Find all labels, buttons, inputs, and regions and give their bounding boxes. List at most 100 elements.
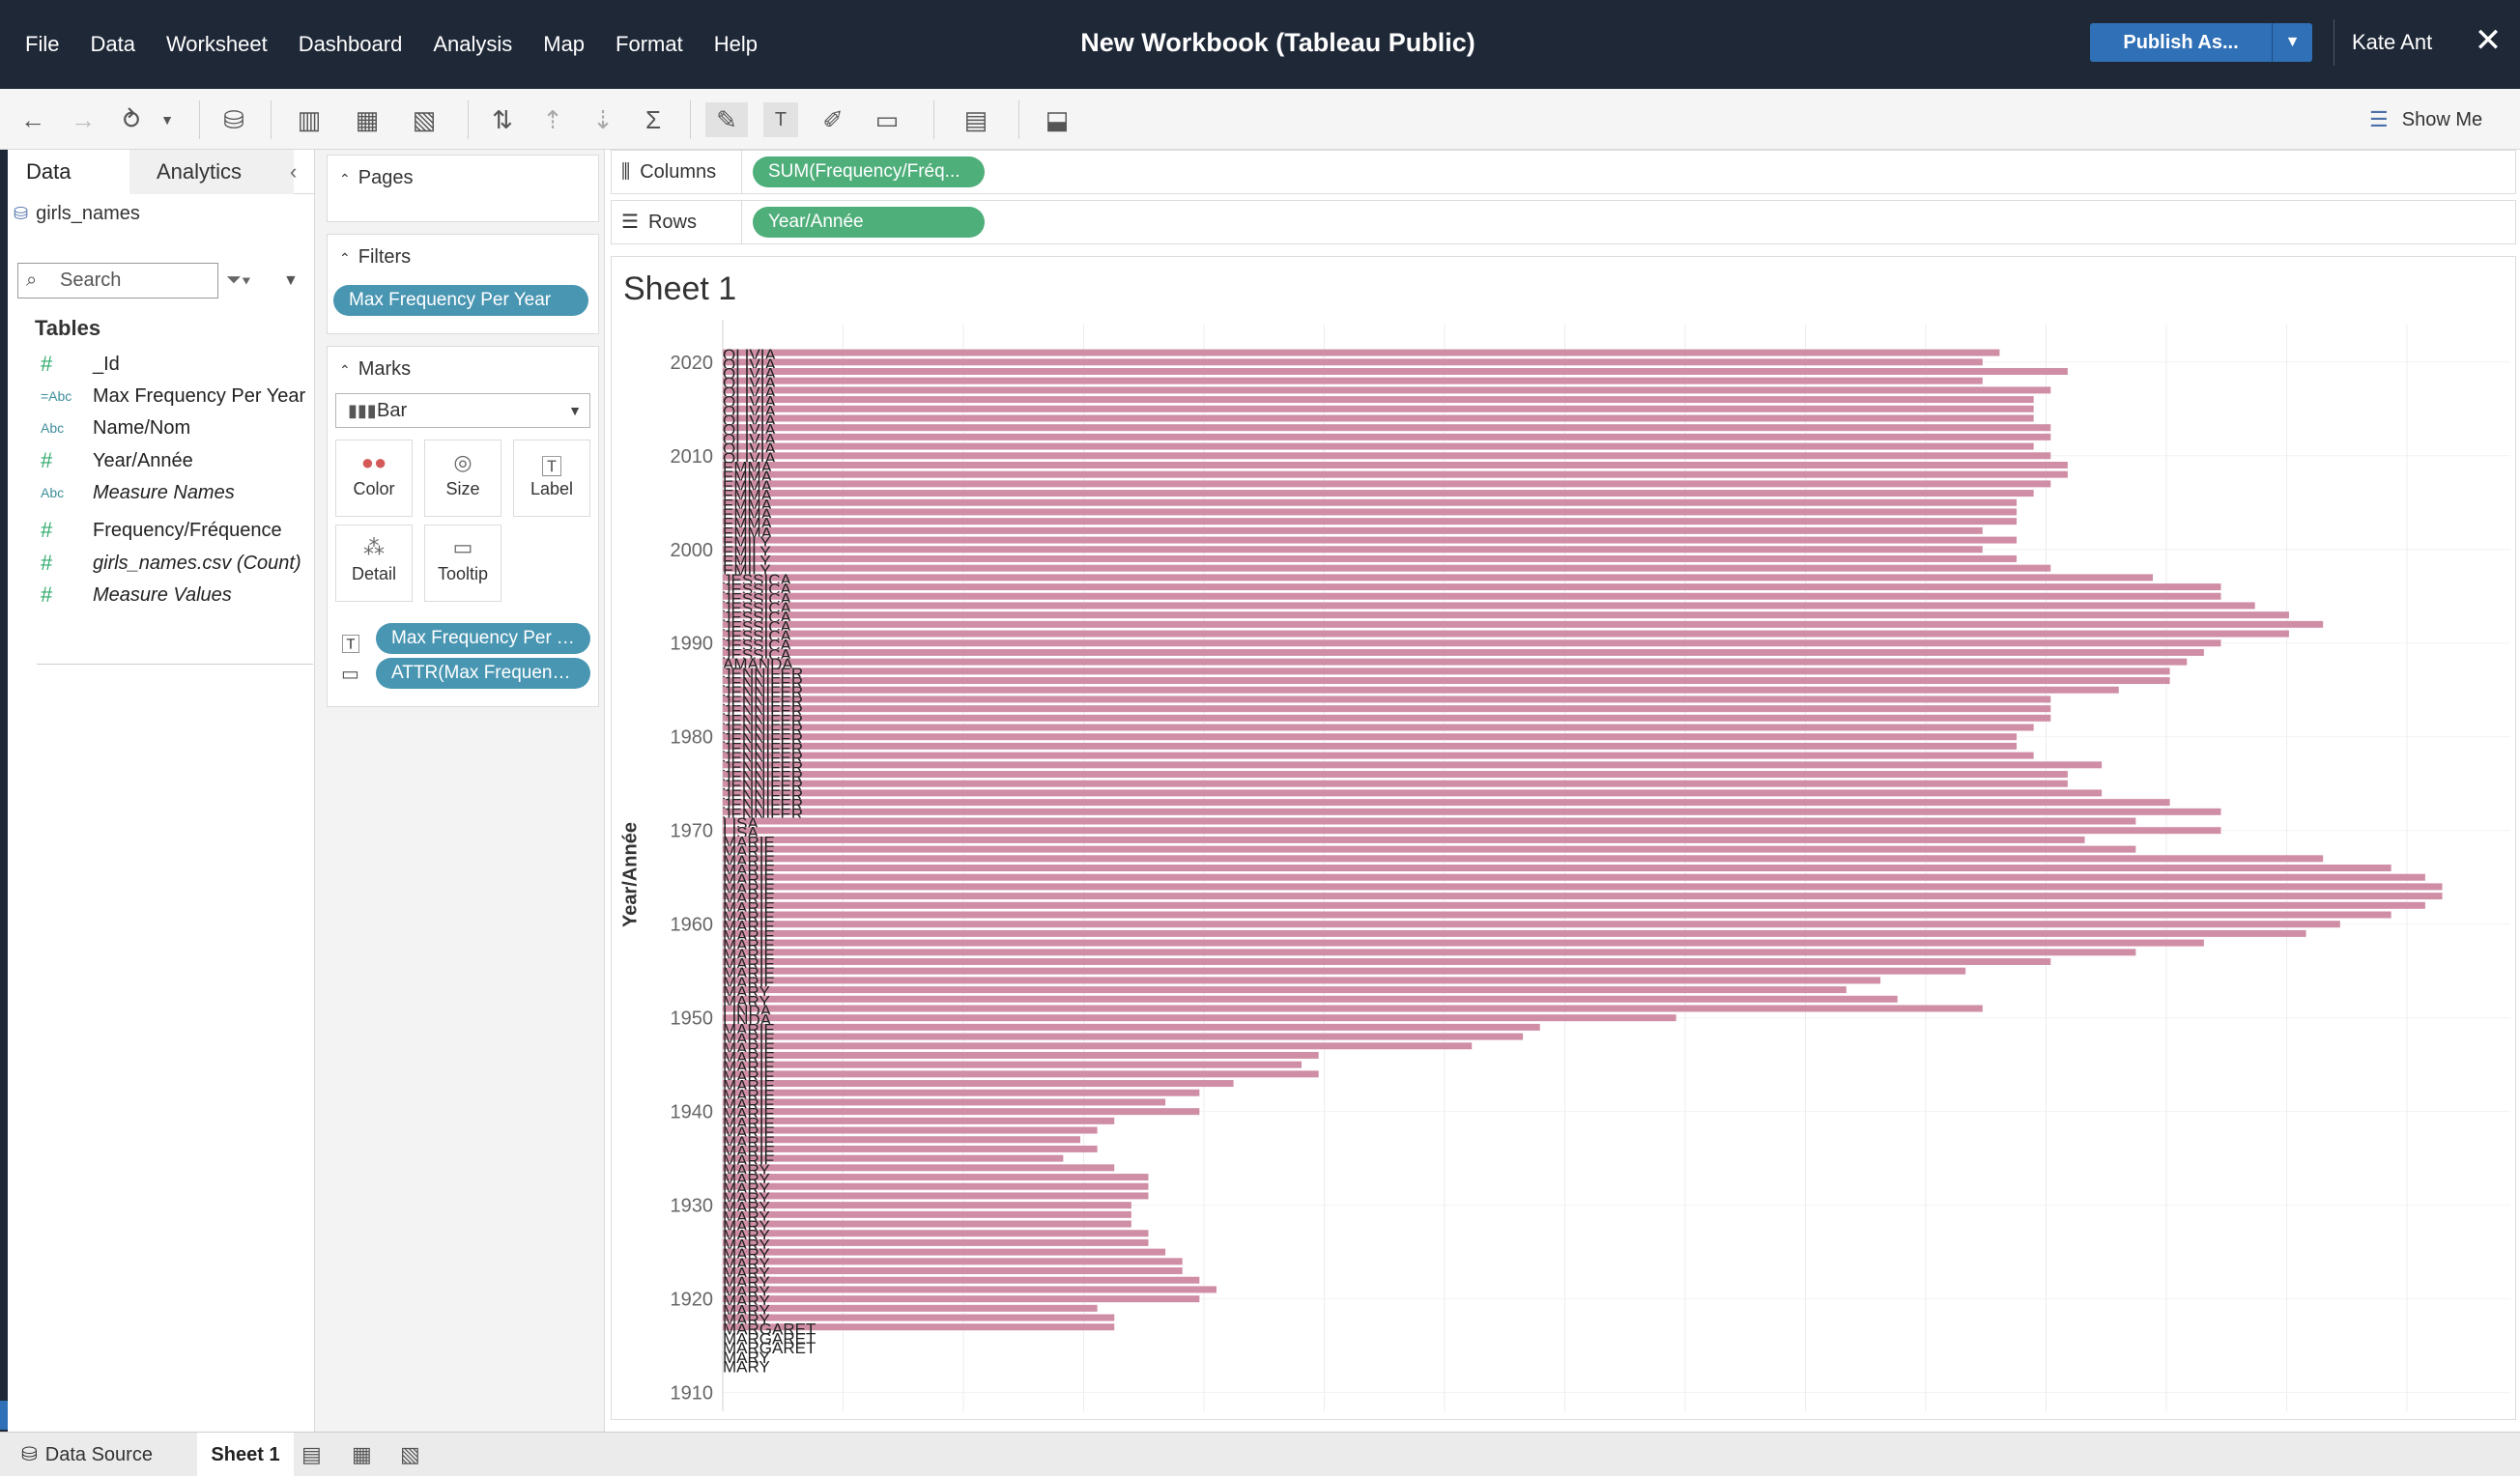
show-labels-icon[interactable]: T: [763, 102, 798, 137]
search-input[interactable]: ⌕ Search: [17, 263, 218, 298]
bar[interactable]: [723, 986, 1847, 994]
bar[interactable]: [723, 865, 2391, 871]
menu-format[interactable]: Format: [600, 32, 699, 57]
bar[interactable]: [723, 1174, 1149, 1181]
bar[interactable]: [723, 1051, 1319, 1059]
bar[interactable]: [723, 1014, 1676, 1022]
collapse-icon[interactable]: ⌃: [339, 250, 351, 266]
bar[interactable]: [723, 901, 2425, 909]
bar[interactable]: [723, 949, 2136, 956]
tab-data-source[interactable]: ⛁ Data Source: [0, 1433, 193, 1477]
bar[interactable]: [723, 546, 1983, 554]
bar[interactable]: [723, 967, 1966, 975]
tab-data[interactable]: Data: [8, 150, 129, 194]
datasource-item[interactable]: ⛁ girls_names: [14, 198, 140, 229]
label-button[interactable]: 🅃 Label: [513, 440, 590, 517]
bar[interactable]: [723, 714, 2051, 722]
bar[interactable]: [723, 1145, 1098, 1152]
filter-icon[interactable]: ⏷▾: [226, 263, 251, 298]
bar[interactable]: [723, 686, 2119, 694]
fit-icon[interactable]: ▭: [864, 102, 910, 137]
bar[interactable]: [723, 508, 2018, 516]
bar[interactable]: [723, 1248, 1166, 1256]
tab-sheet-1[interactable]: Sheet 1: [197, 1433, 294, 1477]
mark-type-select[interactable]: ▮▮▮ Bar ▼: [335, 393, 590, 428]
bar[interactable]: [723, 564, 2051, 572]
field-item[interactable]: # Year/Année: [37, 446, 193, 475]
bar[interactable]: [723, 929, 2306, 937]
chevron-down-icon[interactable]: ▼: [283, 263, 299, 298]
undo-icon[interactable]: ←: [15, 102, 50, 137]
bar[interactable]: [723, 827, 2221, 835]
publish-label[interactable]: Publish As...: [2090, 23, 2272, 62]
field-item[interactable]: # girls_names.csv (Count): [37, 549, 301, 578]
size-button[interactable]: ◎ Size: [424, 440, 501, 517]
bar[interactable]: [723, 611, 2289, 619]
bar[interactable]: [723, 667, 2170, 675]
bar[interactable]: [723, 1210, 1131, 1218]
duplicate-sheet-icon[interactable]: ▦: [348, 102, 387, 137]
bar[interactable]: [723, 771, 2068, 779]
bar[interactable]: [723, 461, 2068, 469]
bar[interactable]: [723, 977, 1881, 984]
new-worksheet-icon[interactable]: ▤: [301, 1440, 322, 1469]
bar[interactable]: [723, 1070, 1319, 1078]
menu-file[interactable]: File: [10, 32, 74, 57]
tooltip-button[interactable]: ▭ Tooltip: [424, 525, 501, 602]
sort-ascending-icon[interactable]: ⇡: [535, 102, 570, 137]
tooltip-pill[interactable]: ATTR(Max Frequenc...: [376, 658, 590, 689]
menu-dashboard[interactable]: Dashboard: [283, 32, 418, 57]
highlight-icon[interactable]: ✎: [705, 102, 748, 137]
bar[interactable]: [723, 1276, 1200, 1284]
bar[interactable]: [723, 1080, 1234, 1088]
sort-descending-icon[interactable]: ⇣: [586, 102, 620, 137]
redo-icon[interactable]: →: [66, 102, 100, 137]
bar[interactable]: [723, 817, 2136, 825]
collapse-icon[interactable]: ⌃: [339, 171, 351, 186]
bar[interactable]: [723, 518, 2018, 525]
bar[interactable]: [723, 893, 2443, 900]
bar[interactable]: [723, 620, 2324, 628]
present-icon[interactable]: ⬓: [1038, 102, 1076, 137]
rows-shelf[interactable]: ☰ Rows Year/Année: [611, 200, 2516, 244]
field-item[interactable]: Abc Name/Nom: [37, 413, 190, 442]
field-item[interactable]: # Measure Values: [37, 581, 232, 610]
field-item[interactable]: # _Id: [37, 350, 120, 379]
bar[interactable]: [723, 1192, 1149, 1200]
bar[interactable]: [723, 808, 2221, 815]
filter-pill[interactable]: Max Frequency Per Year: [333, 285, 588, 316]
bar[interactable]: [723, 1258, 1183, 1265]
collapse-icon[interactable]: ⌃: [339, 362, 351, 378]
menu-worksheet[interactable]: Worksheet: [151, 32, 283, 57]
bar[interactable]: [723, 1286, 1217, 1293]
bar[interactable]: [723, 442, 2034, 450]
bar[interactable]: [723, 677, 2170, 685]
bar[interactable]: [723, 939, 2204, 947]
bar[interactable]: [723, 1005, 1983, 1012]
bar[interactable]: [723, 386, 2051, 394]
bar[interactable]: [723, 1023, 1540, 1031]
clear-sheet-icon[interactable]: ▧: [400, 102, 448, 137]
bar[interactable]: [723, 1136, 1080, 1144]
close-icon[interactable]: ✕: [2469, 21, 2507, 60]
bar[interactable]: [723, 873, 2425, 881]
bar[interactable]: [723, 1061, 1303, 1068]
bar[interactable]: [723, 742, 2018, 750]
bar[interactable]: [723, 554, 2018, 562]
bar[interactable]: [723, 921, 2340, 928]
columns-shelf[interactable]: ⫼ Columns SUM(Frequency/Fréq...: [611, 150, 2516, 194]
bar[interactable]: [723, 358, 1983, 366]
menu-help[interactable]: Help: [699, 32, 773, 57]
bar[interactable]: [723, 799, 2170, 807]
bar[interactable]: [723, 396, 2034, 404]
bar[interactable]: [723, 1238, 1149, 1246]
collapse-pane-icon[interactable]: ‹: [290, 150, 297, 194]
label-pill[interactable]: Max Frequency Per Y...: [376, 623, 590, 654]
bar[interactable]: [723, 705, 2051, 713]
replay-icon[interactable]: ⥁: [114, 102, 149, 137]
new-story-icon[interactable]: ▧: [400, 1440, 420, 1469]
bar[interactable]: [723, 911, 2391, 919]
pages-card[interactable]: ⌃ Pages: [327, 155, 599, 222]
bar[interactable]: [723, 1042, 1473, 1050]
bar[interactable]: [723, 658, 2188, 666]
